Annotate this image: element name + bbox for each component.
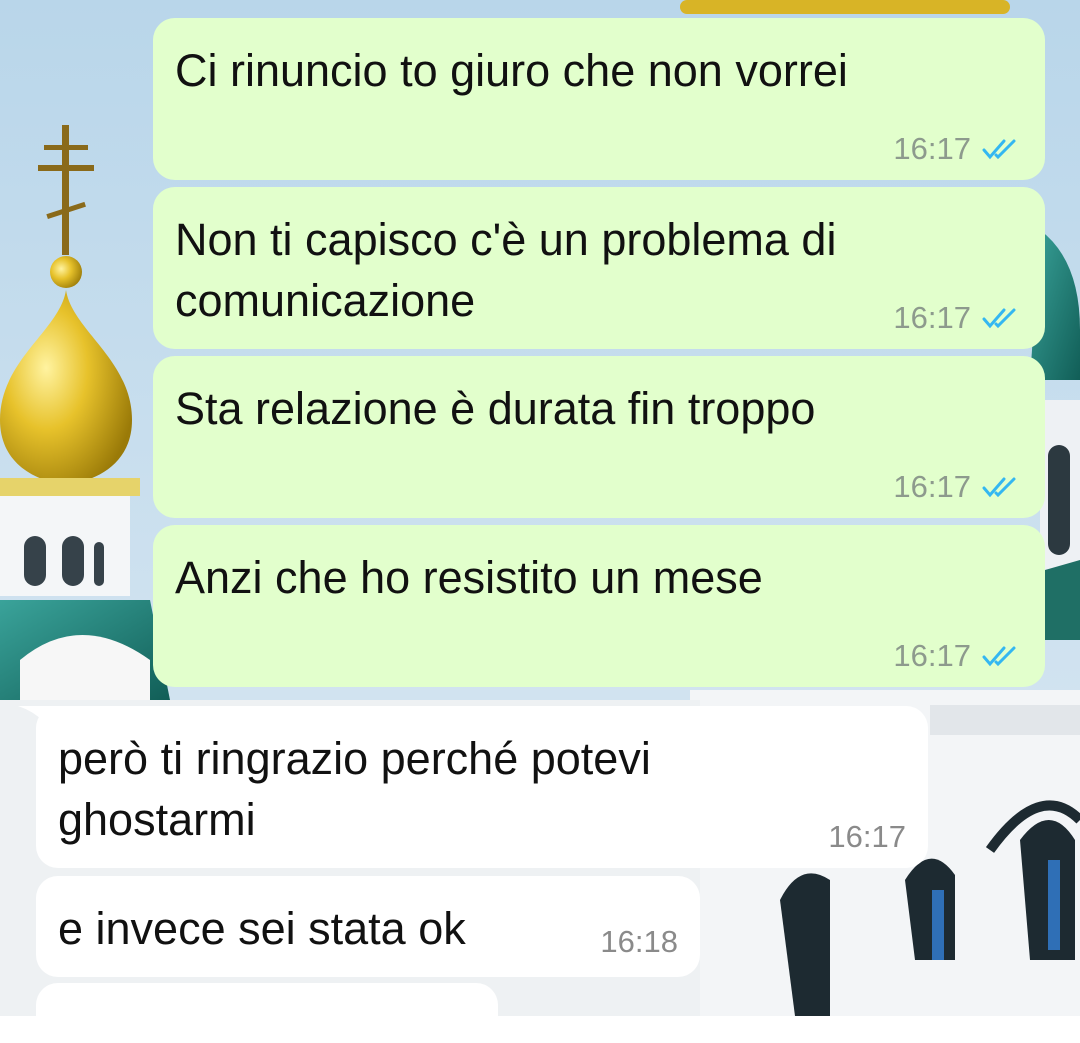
double-check-icon bbox=[982, 139, 1016, 159]
chat-message-list[interactable]: Ci rinuncio to giuro che non vorrei 16:1… bbox=[0, 0, 1080, 1043]
message-text: Anzi che ho resistito un mese bbox=[175, 552, 763, 603]
message-meta: 16:17 bbox=[893, 133, 1019, 164]
double-check-icon bbox=[982, 646, 1016, 666]
incoming-message[interactable]: e invece sei stata ok 16:18 bbox=[36, 876, 700, 977]
message-time: 16:17 bbox=[893, 300, 971, 335]
outgoing-message[interactable]: Anzi che ho resistito un mese 16:17 bbox=[153, 525, 1045, 687]
message-time: 16:17 bbox=[893, 131, 971, 166]
outgoing-message[interactable]: Sta relazione è durata fin troppo 16:17 bbox=[153, 356, 1045, 518]
message-time: 16:17 bbox=[828, 819, 906, 854]
message-meta: 16:18 bbox=[600, 926, 678, 957]
message-text: Sta relazione è durata fin troppo bbox=[175, 383, 816, 434]
message-meta: 16:17 bbox=[828, 821, 906, 852]
message-meta: 16:17 bbox=[893, 640, 1019, 671]
message-meta: 16:17 bbox=[893, 471, 1019, 502]
message-text: Non ti capisco c'è un problema di comuni… bbox=[175, 214, 837, 326]
message-time: 16:18 bbox=[600, 924, 678, 959]
double-check-icon bbox=[982, 477, 1016, 497]
message-meta: 16:17 bbox=[893, 302, 1019, 333]
message-time: 16:17 bbox=[893, 469, 971, 504]
incoming-message[interactable] bbox=[36, 983, 498, 1043]
message-text: e invece sei stata ok bbox=[58, 903, 466, 954]
incoming-message[interactable]: però ti ringrazio perché potevi ghostarm… bbox=[36, 706, 928, 868]
outgoing-message[interactable]: Non ti capisco c'è un problema di comuni… bbox=[153, 187, 1045, 349]
message-text: Ci rinuncio to giuro che non vorrei bbox=[175, 45, 848, 96]
message-text: però ti ringrazio perché potevi ghostarm… bbox=[58, 733, 651, 845]
outgoing-message[interactable]: Ci rinuncio to giuro che non vorrei 16:1… bbox=[153, 18, 1045, 180]
message-time: 16:17 bbox=[893, 638, 971, 673]
double-check-icon bbox=[982, 308, 1016, 328]
